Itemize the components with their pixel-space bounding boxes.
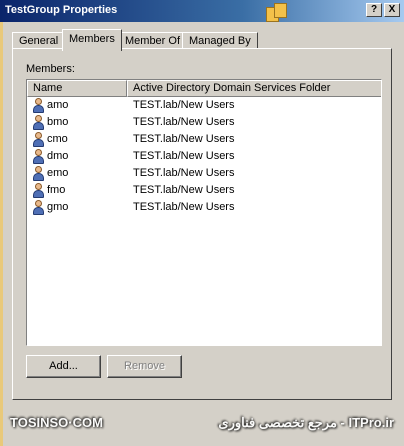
close-button[interactable]: X — [384, 3, 400, 17]
remove-button[interactable]: Remove — [107, 355, 182, 378]
column-header-name[interactable]: Name — [27, 80, 127, 97]
list-header: Name Active Directory Domain Services Fo… — [27, 80, 381, 97]
help-button[interactable]: ? — [366, 3, 382, 17]
member-folder: TEST.lab/New Users — [133, 116, 235, 128]
member-folder: TEST.lab/New Users — [133, 99, 235, 111]
member-name: cmo — [47, 133, 68, 145]
member-folder: TEST.lab/New Users — [133, 201, 235, 213]
list-item[interactable]: dmo TEST.lab/New Users — [27, 148, 381, 165]
user-icon — [32, 149, 45, 164]
group-icon — [264, 2, 290, 24]
watermark-left: TOSINSO·COM — [10, 415, 103, 430]
list-item[interactable]: emo TEST.lab/New Users — [27, 165, 381, 182]
member-name: gmo — [47, 201, 69, 213]
member-folder: TEST.lab/New Users — [133, 167, 235, 179]
member-name: amo — [47, 99, 69, 111]
window-edge-strip — [0, 22, 3, 446]
member-folder: TEST.lab/New Users — [133, 184, 235, 196]
members-label: Members: — [26, 63, 75, 75]
user-icon — [32, 200, 45, 215]
user-icon — [32, 115, 45, 130]
list-item[interactable]: cmo TEST.lab/New Users — [27, 131, 381, 148]
user-icon — [32, 166, 45, 181]
member-name: dmo — [47, 150, 69, 162]
member-name: fmo — [47, 184, 66, 196]
list-item[interactable]: fmo TEST.lab/New Users — [27, 182, 381, 199]
member-folder: TEST.lab/New Users — [133, 133, 235, 145]
window-title: TestGroup Properties — [5, 4, 118, 16]
user-icon — [32, 132, 45, 147]
list-item[interactable]: amo TEST.lab/New Users — [27, 97, 381, 114]
members-list[interactable]: Name Active Directory Domain Services Fo… — [26, 79, 382, 346]
list-item[interactable]: bmo TEST.lab/New Users — [27, 114, 381, 131]
user-icon — [32, 183, 45, 198]
user-icon — [32, 98, 45, 113]
add-button[interactable]: Add... — [26, 355, 101, 378]
column-header-folder[interactable]: Active Directory Domain Services Folder — [127, 80, 381, 97]
tab-members[interactable]: Members — [62, 29, 122, 51]
member-folder: TEST.lab/New Users — [133, 150, 235, 162]
member-name: bmo — [47, 116, 69, 128]
watermark-right: مرجع تخصصی فناوری - ITPro.ir — [218, 415, 394, 430]
title-bar[interactable]: TestGroup Properties ? X — [0, 0, 404, 22]
member-name: emo — [47, 167, 69, 179]
list-item[interactable]: gmo TEST.lab/New Users — [27, 199, 381, 216]
watermark: TOSINSO·COM مرجع تخصصی فناوری - ITPro.ir — [0, 408, 404, 438]
